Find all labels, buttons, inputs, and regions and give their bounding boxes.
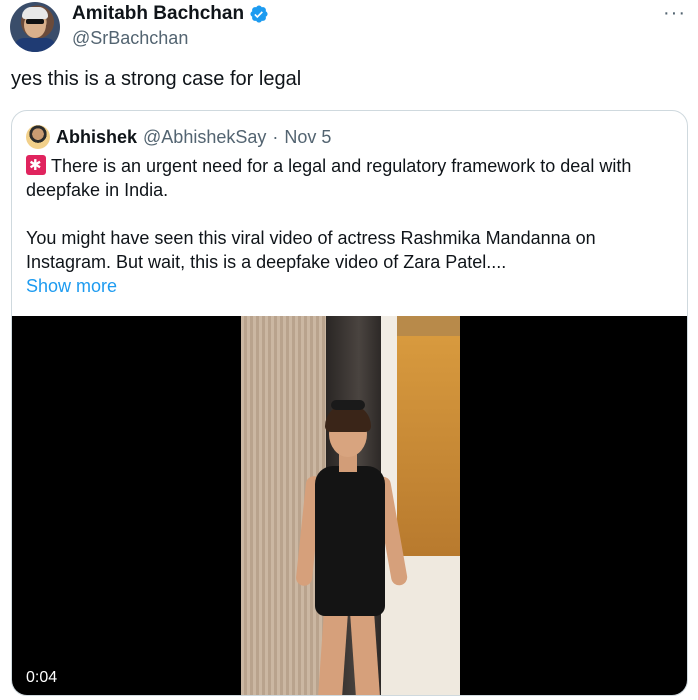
tweet-text: yes this is a strong case for legal — [11, 68, 302, 90]
video-frame — [241, 316, 460, 695]
quote-header: Abhishek @AbhishekSay · Nov 5 — [26, 125, 331, 149]
quote-separator: · — [272, 126, 279, 147]
quote-author-name[interactable]: Abhishek — [56, 127, 137, 148]
video-player[interactable]: 0:04 — [12, 316, 687, 695]
siren-icon — [26, 154, 46, 178]
author-handle[interactable]: @SrBachchan — [72, 28, 188, 49]
author-avatar[interactable] — [10, 2, 60, 52]
quote-author-handle[interactable]: @AbhishekSay — [143, 127, 266, 148]
author-display-name[interactable]: Amitabh Bachchan — [72, 3, 244, 25]
verified-badge-icon — [250, 5, 268, 23]
quote-author-avatar[interactable] — [26, 125, 50, 149]
tweet: Amitabh Bachchan @SrBachchan ··· yes thi… — [0, 0, 698, 700]
quote-line-2: You might have seen this viral video of … — [26, 228, 596, 272]
more-options-icon[interactable]: ··· — [663, 2, 686, 25]
quote-text: There is an urgent need for a legal and … — [26, 154, 676, 298]
quoted-tweet[interactable]: Abhishek @AbhishekSay · Nov 5 There is a… — [11, 110, 688, 696]
quote-line-1: There is an urgent need for a legal and … — [26, 156, 632, 200]
author-name-row: Amitabh Bachchan — [72, 3, 269, 25]
video-timestamp: 0:04 — [20, 667, 64, 689]
show-more-link[interactable]: Show more — [26, 274, 117, 298]
quote-date[interactable]: Nov 5 — [284, 127, 331, 148]
